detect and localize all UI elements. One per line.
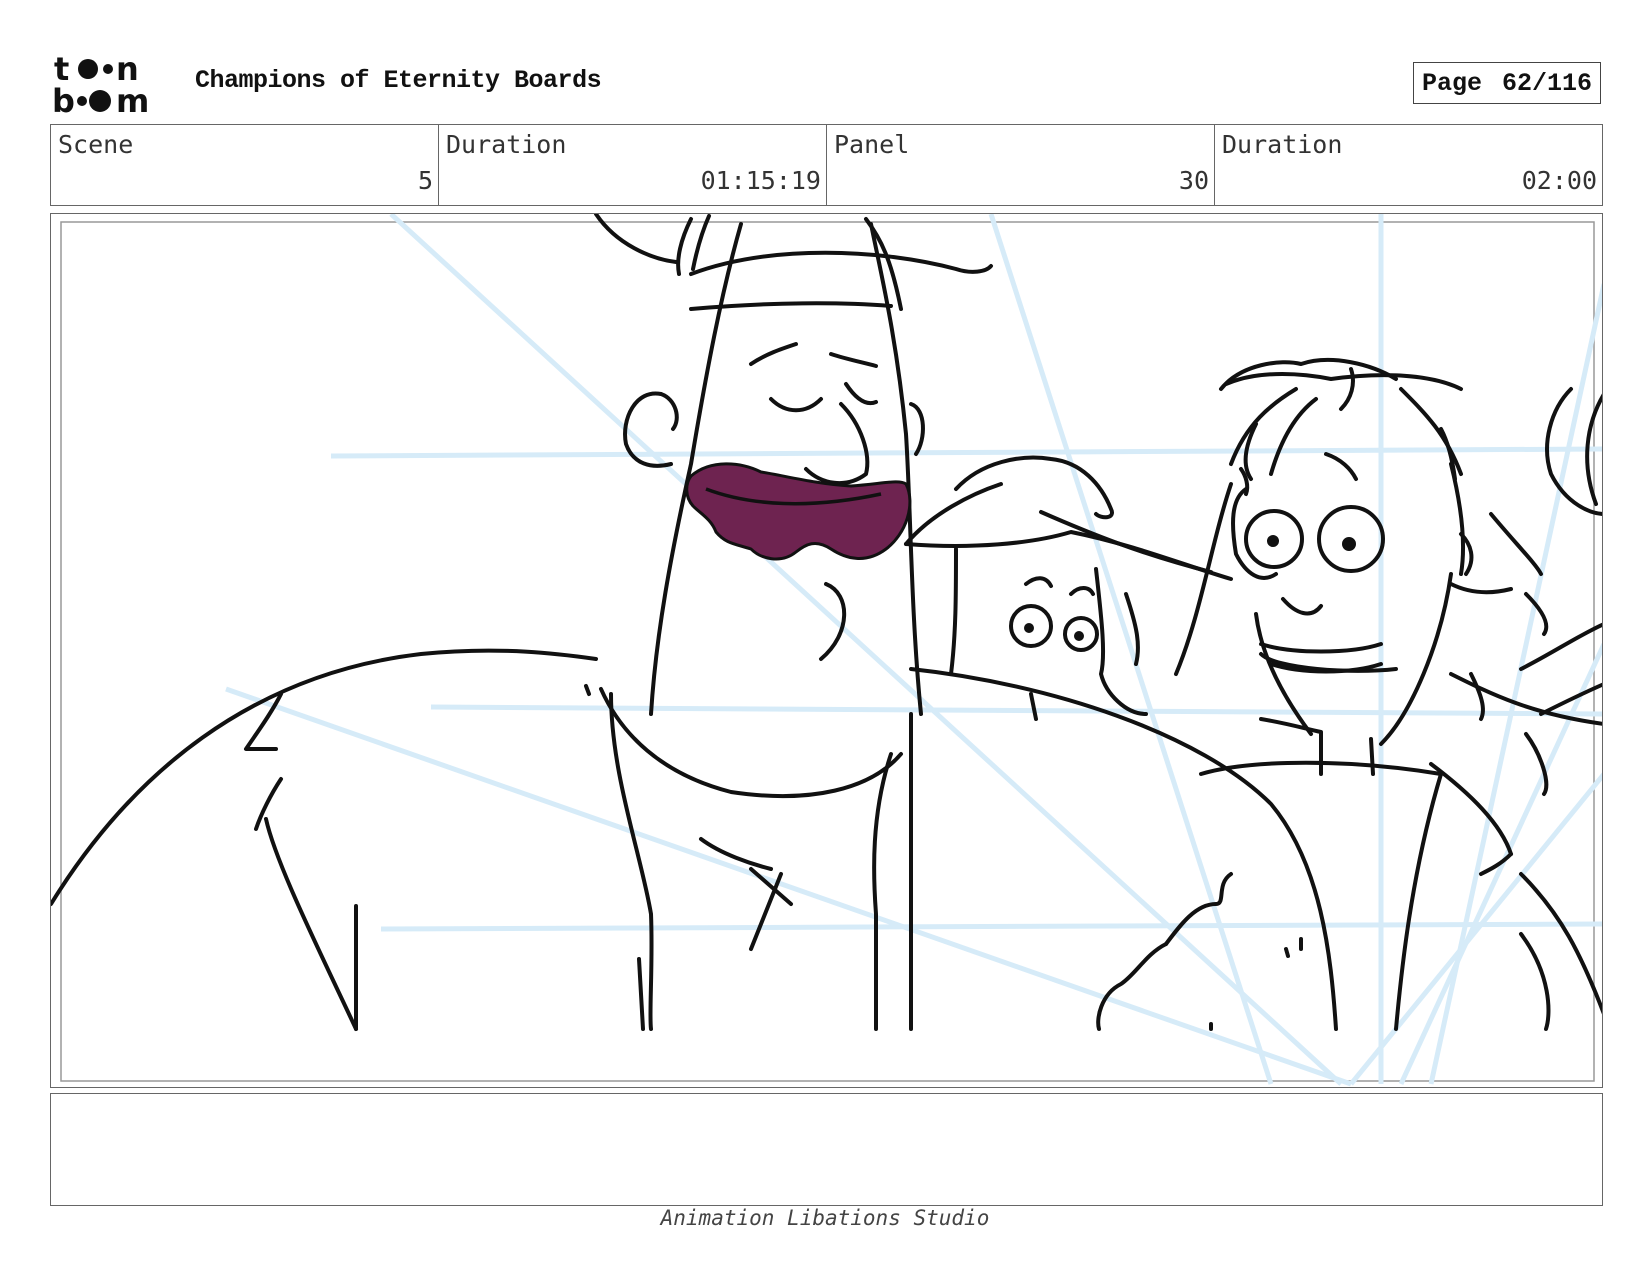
scene-duration-value: 01:15:19 <box>700 166 821 195</box>
document-title: Champions of Eternity Boards <box>195 66 602 95</box>
scene-duration-label: Duration <box>446 130 567 159</box>
panel-duration-cell: Duration 02:00 <box>1215 125 1602 205</box>
scene-cell: Scene 5 <box>51 125 439 205</box>
page-counter: Page 62/116 <box>1413 62 1601 104</box>
scene-duration-cell: Duration 01:15:19 <box>439 125 827 205</box>
panel-value: 30 <box>1178 166 1209 195</box>
mouth-fill <box>685 462 912 561</box>
page-label: Page <box>1422 68 1483 98</box>
svg-text:m: m <box>116 82 149 116</box>
character-lineart <box>51 214 1602 1031</box>
studio-footer: Animation Libations Studio <box>660 1206 990 1230</box>
panel-duration-label: Duration <box>1222 130 1343 159</box>
panel-info-row: Scene 5 Duration 01:15:19 Panel 30 Durat… <box>50 124 1603 206</box>
svg-text:b: b <box>52 82 75 116</box>
panel-label: Panel <box>834 130 910 159</box>
storyboard-panel <box>50 213 1603 1088</box>
toon-boom-logo: t n b m <box>52 50 172 120</box>
scene-value: 5 <box>417 166 433 195</box>
scene-label: Scene <box>58 130 134 159</box>
page-number: 62/116 <box>1502 68 1593 98</box>
panel-sketch <box>51 214 1602 1087</box>
panel-notes-box <box>50 1093 1603 1206</box>
panel-cell: Panel 30 <box>827 125 1215 205</box>
panel-duration-value: 02:00 <box>1521 166 1597 195</box>
